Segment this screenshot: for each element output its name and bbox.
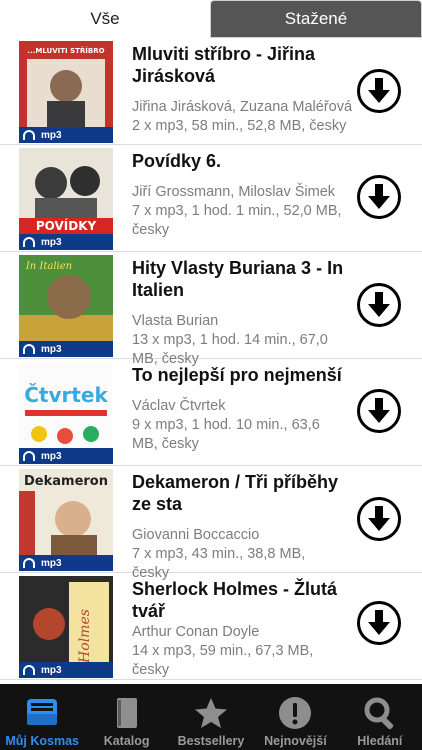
star-icon — [193, 692, 229, 734]
tab-all[interactable]: Vše — [0, 0, 210, 38]
item-authors: Giovanni Boccaccio — [132, 527, 260, 543]
download-arrow-icon — [368, 78, 390, 103]
tab-downloaded-label: Stažené — [284, 9, 348, 28]
search-icon — [362, 692, 398, 734]
tabbar-label: Můj Kosmas — [5, 734, 80, 748]
download-button[interactable] — [357, 175, 401, 219]
item-title: Povídky 6. — [132, 151, 222, 171]
cover-text: POVÍDKY — [36, 218, 97, 233]
download-arrow-icon — [368, 398, 390, 423]
download-button[interactable] — [357, 497, 401, 541]
mp3-badge-label: mp3 — [41, 450, 62, 462]
book-cover: In Italien mp3 — [19, 255, 113, 357]
list-item[interactable]: Holmes mp3 Sherlock Holmes - Žlutá tvář … — [0, 573, 422, 680]
tabbar-item-muj-kosmas[interactable]: Můj Kosmas — [0, 684, 84, 750]
mp3-badge-label: mp3 — [41, 557, 62, 569]
book-cover: Dekameron mp3 — [19, 469, 113, 571]
headphones-icon — [23, 130, 35, 140]
book-icon — [109, 692, 145, 734]
list-item[interactable]: Dekameron mp3 Dekameron / Tři příběhy ze… — [0, 466, 422, 581]
segmented-tabs: Vše Stažené — [0, 0, 422, 38]
mp3-badge: mp3 — [19, 234, 113, 250]
mp3-badge: mp3 — [19, 448, 113, 464]
mp3-badge-label: mp3 — [41, 664, 62, 676]
item-title: Sherlock Holmes - Žlutá tvář — [132, 579, 338, 621]
tabbar-item-bestsellery[interactable]: Bestsellery — [169, 684, 253, 750]
mp3-badge-label: mp3 — [41, 343, 62, 355]
tabbar-item-nejnovejsi[interactable]: Nejnovější — [253, 684, 337, 750]
tabbar-label: Hledání — [357, 734, 403, 748]
headphones-icon — [23, 344, 35, 354]
item-authors: Václav Čtvrtek — [132, 398, 226, 414]
cover-text: Dekameron — [24, 474, 108, 489]
download-button[interactable] — [357, 69, 401, 113]
download-button[interactable] — [357, 389, 401, 433]
mp3-badge: mp3 — [19, 341, 113, 357]
tab-downloaded[interactable]: Stažené — [210, 0, 422, 38]
mp3-badge: mp3 — [19, 127, 113, 143]
item-details: 9 x mp3, 1 hod. 10 min., 63,6 MB, česky — [132, 417, 320, 452]
tabbar-item-katalog[interactable]: Katalog — [84, 684, 168, 750]
mp3-badge: mp3 — [19, 555, 113, 571]
item-title: Dekameron / Tři příběhy ze sta — [132, 472, 339, 514]
tabbar-label: Nejnovější — [264, 734, 327, 748]
list-item[interactable]: POVÍDKY mp3 Povídky 6. Jiří Grossmann, M… — [0, 145, 422, 252]
cover-text: In Italien — [25, 261, 72, 272]
download-arrow-icon — [368, 184, 390, 209]
book-cover: Holmes mp3 — [19, 576, 113, 678]
item-authors: Vlasta Burian — [132, 313, 219, 329]
download-button[interactable] — [357, 601, 401, 645]
inbox-tray-icon — [24, 692, 60, 734]
exclamation-icon — [277, 692, 313, 734]
audiobook-list: ...MLUVITI STŘÍBRO mp3 Mluviti stříbro -… — [0, 38, 422, 684]
list-item[interactable]: Čtvrtek mp3 To nejlepší pro nejmenší Vác… — [0, 359, 422, 466]
bottom-tab-bar: Můj Kosmas Katalog Bestsellery Nejnovějš… — [0, 684, 422, 750]
item-details: 2 x mp3, 58 min., 52,8 MB, česky — [132, 118, 347, 134]
headphones-icon — [23, 558, 35, 568]
tabbar-label: Bestsellery — [177, 734, 245, 748]
book-cover: ...MLUVITI STŘÍBRO mp3 — [19, 41, 113, 143]
item-title: Mluviti stříbro - Jiřina Jirásková — [132, 44, 316, 86]
download-button[interactable] — [357, 283, 401, 327]
download-arrow-icon — [368, 610, 390, 635]
tabbar-item-hledani[interactable]: Hledání — [338, 684, 422, 750]
item-authors: Jiří Grossmann, Miloslav Šimek — [132, 184, 336, 200]
download-arrow-icon — [368, 292, 390, 317]
mp3-badge-label: mp3 — [41, 129, 62, 141]
book-cover: POVÍDKY mp3 — [19, 148, 113, 250]
headphones-icon — [23, 665, 35, 675]
mp3-badge-label: mp3 — [41, 236, 62, 248]
cover-text: Čtvrtek — [24, 383, 108, 407]
item-title: To nejlepší pro nejmenší — [132, 365, 342, 385]
tab-all-label: Vše — [90, 9, 120, 28]
item-authors: Jiřina Jirásková, Zuzana Maléřová — [132, 99, 353, 115]
item-details: 14 x mp3, 59 min., 67,3 MB, česky — [132, 643, 314, 678]
download-arrow-icon — [368, 506, 390, 531]
book-cover: Čtvrtek mp3 — [19, 362, 113, 464]
list-item[interactable]: In Italien mp3 Hity Vlasty Buriana 3 - I… — [0, 252, 422, 367]
tabbar-label: Katalog — [103, 734, 150, 748]
mp3-badge: mp3 — [19, 662, 113, 678]
cover-text: Holmes — [77, 609, 93, 664]
headphones-icon — [23, 237, 35, 247]
headphones-icon — [23, 451, 35, 461]
item-title: Hity Vlasty Buriana 3 - In Italien — [132, 258, 344, 300]
item-details: 7 x mp3, 1 hod. 1 min., 52,0 MB, česky — [132, 203, 342, 238]
list-item[interactable]: ...MLUVITI STŘÍBRO mp3 Mluviti stříbro -… — [0, 38, 422, 145]
item-authors: Arthur Conan Doyle — [132, 624, 260, 640]
cover-text: ...MLUVITI STŘÍBRO — [27, 46, 104, 55]
